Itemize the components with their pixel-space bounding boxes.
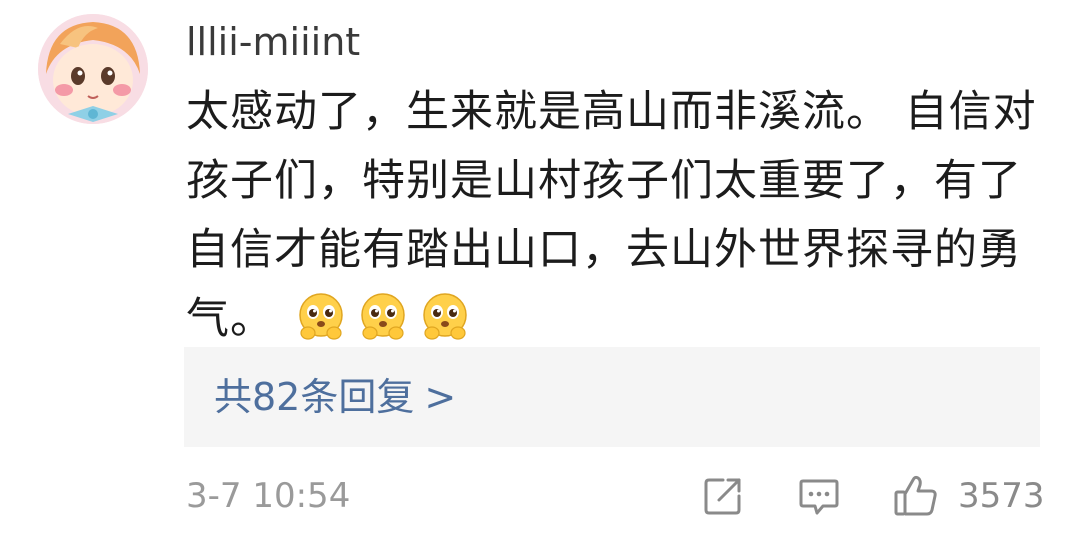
avatar-image (38, 14, 148, 124)
avatar[interactable] (38, 14, 148, 124)
replies-label: 共82条回复 (214, 375, 415, 419)
pleading-face-icon (422, 293, 467, 340)
pleading-face-icon (360, 293, 405, 340)
like-count: 3573 (958, 476, 1045, 516)
comment-line: 自信才能有踏出山口，去山外世界探寻的勇 (186, 225, 1022, 275)
comment-line-text: 气。 (186, 294, 274, 344)
pleading-face-icon (298, 293, 343, 340)
replies-box: 共82条回复 > (184, 347, 1040, 447)
thumbs-up-icon (894, 475, 937, 516)
chevron-right-icon: > (424, 375, 457, 419)
share-button[interactable] (701, 474, 745, 518)
like-button[interactable] (893, 472, 939, 518)
view-replies-link[interactable]: 共82条回复 > (214, 374, 456, 420)
comment-line-last: 气。 (186, 285, 1046, 354)
comment-text: 太感动了，生来就是高山而非溪流。 自信对 孩子们，特别是山村孩子们太重要了，有了… (186, 78, 1046, 354)
comment-line: 太感动了，生来就是高山而非溪流。 自信对 (186, 87, 1037, 137)
comment-icon (799, 479, 839, 515)
timestamp: 3-7 10:54 (186, 476, 351, 516)
share-icon (704, 478, 741, 515)
comment-line: 孩子们，特别是山村孩子们太重要了，有了 (186, 156, 1022, 206)
username[interactable]: lllii-miiint (186, 20, 360, 64)
comment-button[interactable] (797, 474, 841, 518)
emoji-row (295, 291, 471, 343)
